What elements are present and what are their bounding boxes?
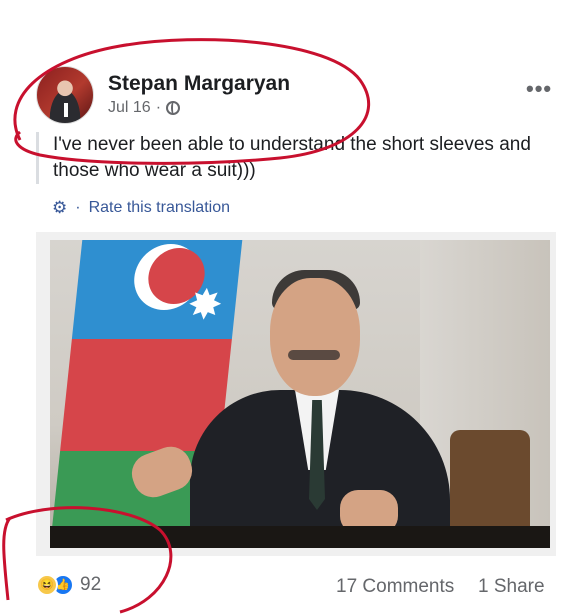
desk: [50, 526, 550, 548]
globe-icon: [166, 101, 181, 115]
post-date[interactable]: Jul 16: [108, 99, 151, 117]
post-photo[interactable]: ✸: [50, 240, 550, 548]
person-head: [270, 278, 360, 396]
translation-bar: ⚙ · Rate this translation: [52, 198, 230, 218]
rate-translation-link[interactable]: Rate this translation: [89, 199, 230, 217]
avatar[interactable]: [36, 66, 94, 124]
post-text: I've never been able to understand the s…: [36, 132, 556, 184]
person-mustache: [288, 350, 340, 360]
translation-separator: ·: [75, 199, 81, 216]
author-name[interactable]: Stepan Margaryan: [108, 72, 290, 96]
post-meta: Jul 16 ·: [108, 99, 181, 117]
meta-separator: ·: [155, 99, 162, 116]
post-footer: 😆 👍 92 17 Comments 1 Share: [36, 572, 556, 602]
shares-count[interactable]: 1 Share: [478, 576, 545, 598]
post-photo-frame: ✸: [36, 232, 556, 556]
comments-count[interactable]: 17 Comments: [336, 576, 454, 598]
gear-icon[interactable]: ⚙: [52, 198, 67, 218]
reactions[interactable]: 😆 👍 92: [36, 574, 101, 596]
facebook-post: Stepan Margaryan Jul 16 · ••• I've never…: [0, 0, 587, 614]
haha-icon: 😆: [36, 574, 58, 596]
post-header: Stepan Margaryan Jul 16 · •••: [36, 66, 556, 126]
more-options-icon[interactable]: •••: [526, 76, 552, 102]
reaction-count[interactable]: 92: [80, 574, 101, 596]
